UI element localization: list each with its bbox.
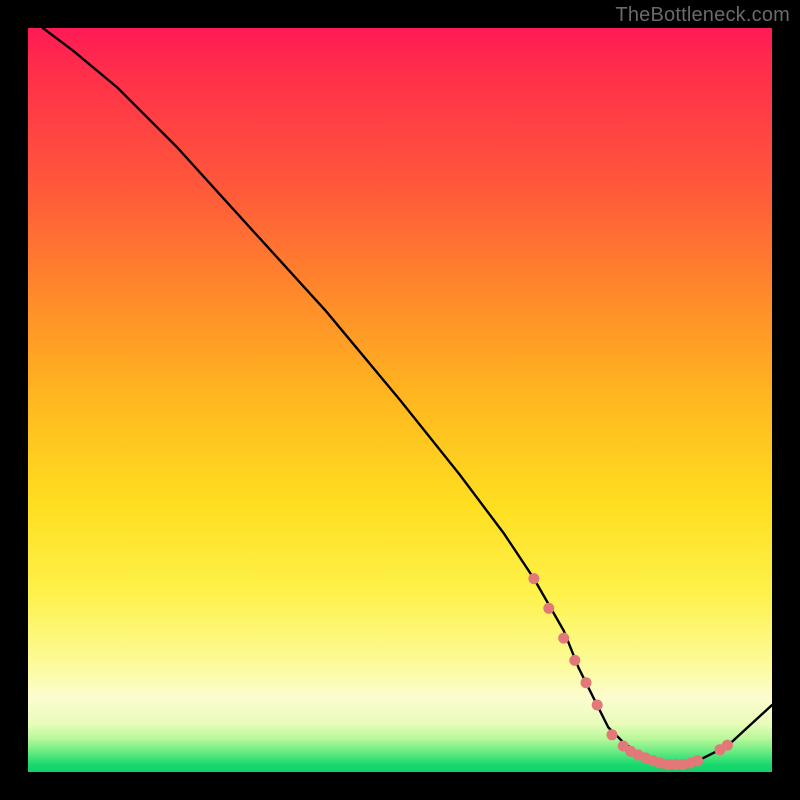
marker-dot xyxy=(543,603,554,614)
marker-dot xyxy=(592,700,603,711)
chart-stage: TheBottleneck.com xyxy=(0,0,800,800)
bottleneck-curve xyxy=(43,28,772,765)
marker-dot xyxy=(722,740,733,751)
marker-dot xyxy=(569,655,580,666)
marker-dot xyxy=(528,573,539,584)
marker-dot xyxy=(558,633,569,644)
marker-dot xyxy=(581,677,592,688)
watermark-text: TheBottleneck.com xyxy=(615,4,790,27)
curve-layer xyxy=(28,28,772,772)
marker-dot xyxy=(607,729,618,740)
plot-area xyxy=(28,28,772,772)
highlight-dots xyxy=(528,573,733,770)
marker-dot xyxy=(692,755,703,766)
